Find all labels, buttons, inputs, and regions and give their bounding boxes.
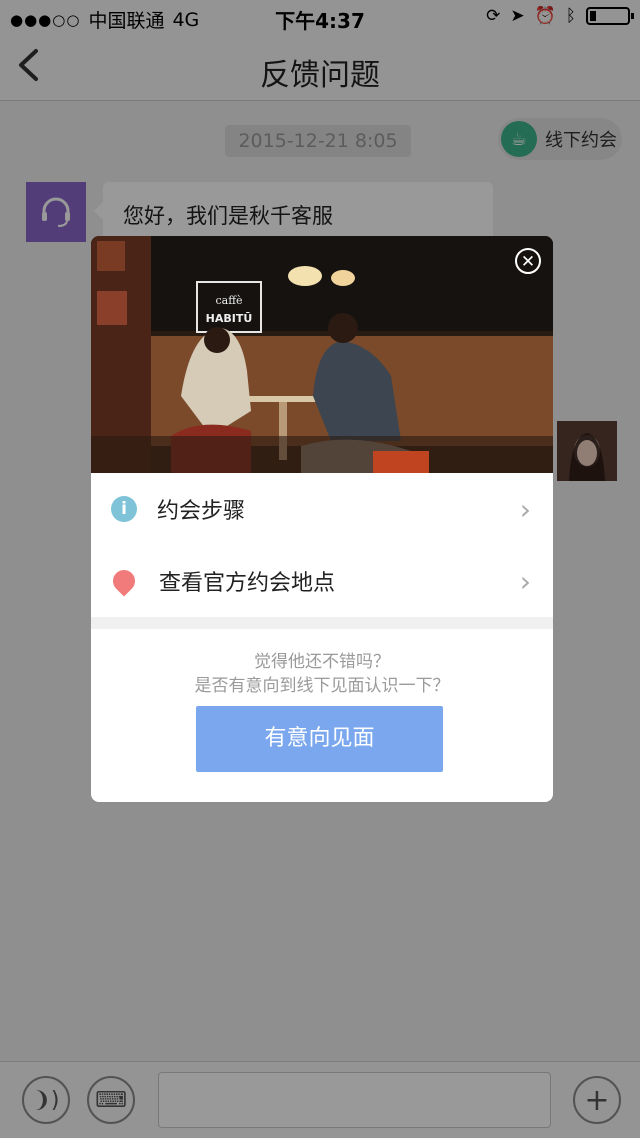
- official-locations-row[interactable]: 查看官方约会地点 ›: [91, 545, 553, 618]
- close-icon: ✕: [520, 252, 536, 272]
- svg-text:caffè: caffè: [215, 294, 242, 307]
- date-steps-row[interactable]: i 约会步骤 ›: [91, 473, 553, 546]
- prompt-subquestion: 是否有意向到线下见面认识一下？: [194, 676, 450, 696]
- chevron-right-icon: ›: [519, 492, 531, 526]
- prompt-question: 觉得他还不错吗？: [254, 652, 390, 672]
- location-pin-icon: [108, 565, 140, 597]
- svg-text:HABITŪ: HABITŪ: [206, 312, 253, 325]
- cafe-date-photo: caffè HABITŪ ✕: [91, 236, 553, 473]
- section-divider: [91, 617, 553, 629]
- offline-date-modal: caffè HABITŪ ✕ i 约会步骤 › 查看官方约会地点 › 觉得他还不…: [91, 236, 553, 802]
- info-icon: i: [111, 496, 137, 522]
- close-modal-button[interactable]: ✕: [515, 248, 541, 274]
- official-locations-label: 查看官方约会地点: [159, 571, 336, 596]
- willing-to-meet-button[interactable]: 有意向见面: [196, 706, 443, 772]
- cafe-photo-illustration: caffè HABITŪ: [91, 236, 553, 473]
- chevron-right-icon: ›: [519, 564, 531, 598]
- date-steps-label: 约会步骤: [157, 499, 246, 524]
